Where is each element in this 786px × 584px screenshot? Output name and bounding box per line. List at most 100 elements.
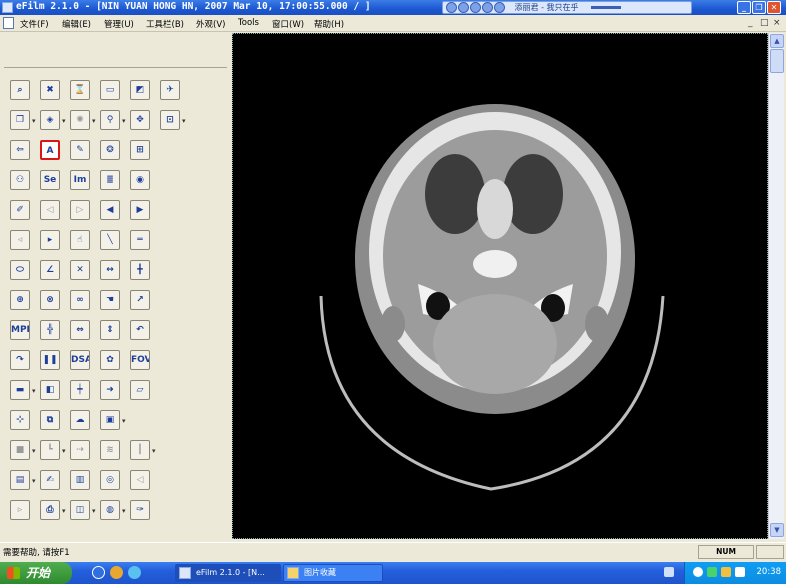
next-track-icon[interactable] xyxy=(494,2,505,13)
network-icon[interactable] xyxy=(693,567,703,577)
timeline-icon[interactable]: ┿ xyxy=(70,380,90,400)
pause-icon[interactable]: ❚❚ xyxy=(40,350,60,370)
menu-window[interactable]: 窗口(W) xyxy=(272,18,304,30)
menu-file[interactable]: 文件(F) xyxy=(20,18,49,30)
tool-dropdown-arrow[interactable]: ▾ xyxy=(32,116,38,126)
angle-tool-icon[interactable]: ∠ xyxy=(40,260,60,280)
link-icon[interactable]: ∞ xyxy=(70,290,90,310)
task-efilm[interactable]: eFilm 2.1.0 - [N... xyxy=(175,564,281,582)
open-file-icon[interactable]: ▱ xyxy=(130,380,150,400)
tool-dropdown-arrow[interactable]: ▾ xyxy=(182,116,188,126)
tool-dropdown-arrow[interactable]: ▾ xyxy=(62,446,68,456)
mpr-dim-icon[interactable]: ≋ xyxy=(100,440,120,460)
tool-dropdown-arrow[interactable]: ▾ xyxy=(92,506,98,516)
tool-dropdown-arrow[interactable]: ▾ xyxy=(32,386,38,396)
rotate-right-icon[interactable]: ↷ xyxy=(10,350,30,370)
eye-icon[interactable]: ◉ xyxy=(130,170,150,190)
media-player-mini[interactable]: 添丽君 - 我只在乎 xyxy=(442,1,692,14)
volume-slider[interactable] xyxy=(591,6,622,9)
mdi-close-button[interactable]: × xyxy=(773,18,781,28)
dim-ruler-icon[interactable]: ┗ xyxy=(40,440,60,460)
lock-icon[interactable]: ◁ xyxy=(130,470,150,490)
swap-h-icon[interactable]: ⇔ xyxy=(70,320,90,340)
grid-icon[interactable]: ⊞ xyxy=(130,140,150,160)
save-card-icon[interactable]: ▥ xyxy=(70,470,90,490)
keyboard-icon[interactable] xyxy=(664,567,674,577)
mdi-minimize-button[interactable]: _ xyxy=(748,18,753,28)
dim-next-icon[interactable]: ▹ xyxy=(10,500,30,520)
mpr-cross-icon[interactable]: ╬ xyxy=(40,320,60,340)
film-icon[interactable]: ❂ xyxy=(100,140,120,160)
start-button[interactable]: 开始 xyxy=(0,562,72,584)
window-level-icon[interactable]: ◈ xyxy=(40,110,60,130)
fit-1-icon[interactable]: ⊕ xyxy=(10,290,30,310)
image-viewport[interactable] xyxy=(232,33,768,539)
cursor-cross-icon[interactable]: ╋ xyxy=(130,260,150,280)
patients-icon[interactable]: ⚇ xyxy=(10,170,30,190)
pan-icon[interactable]: ✥ xyxy=(130,110,150,130)
menu-manage[interactable]: 管理(U) xyxy=(104,18,134,30)
scroll-up-button[interactable]: ▲ xyxy=(770,34,784,48)
edit-card-icon[interactable]: ✍ xyxy=(40,470,60,490)
annotate-text-icon[interactable]: A xyxy=(40,140,60,160)
contrast-step-icon[interactable]: ◧ xyxy=(40,380,60,400)
layout-icon[interactable]: ◩ xyxy=(130,80,150,100)
scroll-down-button[interactable]: ▼ xyxy=(770,523,784,537)
ime-icon[interactable] xyxy=(735,567,745,577)
prev-series-icon[interactable]: ◁ xyxy=(40,200,60,220)
dsa-icon[interactable]: DSA xyxy=(70,350,90,370)
quicklaunch-media-icon[interactable] xyxy=(110,566,123,579)
edit-pen-icon[interactable]: ✎ xyxy=(70,140,90,160)
stop-icon[interactable] xyxy=(482,2,493,13)
volume-icon[interactable] xyxy=(721,567,731,577)
3d-view-icon[interactable]: ▣ xyxy=(100,410,120,430)
scroll-thumb[interactable] xyxy=(770,49,784,73)
hand-tool-icon[interactable]: ☝ xyxy=(70,230,90,250)
line-tool-icon[interactable]: ╲ xyxy=(100,230,120,250)
eye-cloud-icon[interactable]: ☁ xyxy=(70,410,90,430)
dim-scale-icon[interactable]: ┃ xyxy=(130,440,150,460)
pause-icon[interactable] xyxy=(470,2,481,13)
mdi-restore-button[interactable]: □ xyxy=(760,18,769,28)
mip-pan-icon[interactable]: ⊹ xyxy=(10,410,30,430)
cd-burn-icon[interactable]: ◍ xyxy=(100,500,120,520)
prev-track-icon[interactable] xyxy=(446,2,457,13)
tool-dropdown-arrow[interactable]: ▾ xyxy=(32,476,38,486)
report-icon[interactable]: ≣ xyxy=(100,170,120,190)
open-folder-icon[interactable]: ▭ xyxy=(100,80,120,100)
quicklaunch-ie-icon[interactable] xyxy=(92,566,105,579)
close-button[interactable]: ✕ xyxy=(767,1,781,14)
images-icon[interactable]: Im xyxy=(70,170,90,190)
series-forward-icon[interactable]: ▶ xyxy=(130,200,150,220)
dim-square-icon[interactable]: ■ xyxy=(10,440,30,460)
menu-view[interactable]: 外观(V) xyxy=(196,18,225,30)
fov-icon[interactable]: FOV xyxy=(130,350,150,370)
fit-2-icon[interactable]: ⊗ xyxy=(40,290,60,310)
search-zoom-icon[interactable]: ⌕ xyxy=(10,80,30,100)
minimize-button[interactable]: _ xyxy=(737,1,751,14)
camera-icon[interactable]: ◎ xyxy=(100,470,120,490)
key-image-icon[interactable]: ⧉ xyxy=(40,410,60,430)
export-icon[interactable]: ✈ xyxy=(160,80,180,100)
tool-dropdown-arrow[interactable]: ▾ xyxy=(32,446,38,456)
rotate-left-icon[interactable]: ↶ xyxy=(130,320,150,340)
tool-dropdown-arrow[interactable]: ▾ xyxy=(122,416,128,426)
security-icon[interactable] xyxy=(707,567,717,577)
magnifier-icon[interactable]: ⚲ xyxy=(100,110,120,130)
image-back-icon[interactable]: ◃ xyxy=(10,230,30,250)
image-forward-icon[interactable]: ▸ xyxy=(40,230,60,250)
swap-v-icon[interactable]: ⇕ xyxy=(100,320,120,340)
restore-button[interactable]: ❐ xyxy=(752,1,766,14)
tool-dropdown-arrow[interactable]: ▾ xyxy=(62,506,68,516)
zoom-box-icon[interactable]: ⊡ xyxy=(160,110,180,130)
hourglass-icon[interactable]: ⌛ xyxy=(70,80,90,100)
tool-dropdown-arrow[interactable]: ▾ xyxy=(62,116,68,126)
vertical-scrollbar[interactable]: ▲ ▼ xyxy=(768,33,784,539)
copy-icon[interactable]: ❐ xyxy=(10,110,30,130)
series-icon[interactable]: Se xyxy=(40,170,60,190)
menu-help[interactable]: 帮助(H) xyxy=(314,18,344,30)
tool-dropdown-arrow[interactable]: ▾ xyxy=(122,116,128,126)
cine-icon[interactable]: ✿ xyxy=(100,350,120,370)
app-icon[interactable] xyxy=(2,2,13,13)
tool-dropdown-arrow[interactable]: ▾ xyxy=(92,116,98,126)
